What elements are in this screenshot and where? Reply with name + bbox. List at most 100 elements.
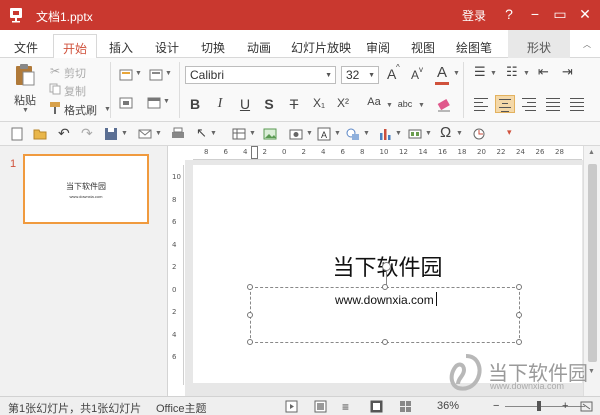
text-placeholder[interactable]: www.downxia.com	[247, 262, 522, 345]
select-dropdown-icon[interactable]: ▼	[210, 130, 217, 137]
tab-shape[interactable]: 形状	[508, 30, 570, 58]
reset-slide-icon[interactable]	[118, 95, 134, 111]
copy-button[interactable]: 复制	[64, 83, 86, 99]
slide-thumbnail[interactable]: 当下软件园 www.downxia.com	[23, 154, 149, 224]
subscript-button[interactable]: X₁	[310, 96, 328, 110]
scrollbar-thumb[interactable]	[588, 164, 597, 362]
tab-animation[interactable]: 动画	[247, 39, 271, 56]
save-dropdown-icon[interactable]: ▼	[121, 130, 128, 137]
restore-button[interactable]: ▭	[549, 3, 571, 25]
strikethrough-button[interactable]: T	[285, 96, 303, 112]
reading-view-icon[interactable]	[314, 400, 327, 413]
resize-handle[interactable]	[516, 339, 522, 345]
layout-dropdown-icon[interactable]: ▼	[165, 70, 172, 77]
numbered-list-icon[interactable]: ☷	[506, 64, 518, 80]
paste-label[interactable]: 粘贴	[14, 92, 36, 108]
zoom-slider[interactable]	[505, 406, 585, 407]
resize-handle[interactable]	[382, 339, 388, 345]
slideshow-play-icon[interactable]	[285, 400, 298, 413]
zoom-out-button[interactable]: −	[493, 400, 499, 412]
font-name-select[interactable]: Calibri ▼	[185, 66, 336, 84]
theme-name[interactable]: Office主题	[156, 400, 207, 415]
resize-handle[interactable]	[247, 284, 253, 290]
symbol-icon[interactable]: Ω	[440, 124, 451, 141]
save-icon[interactable]	[104, 127, 118, 141]
resize-handle[interactable]	[382, 284, 388, 290]
resize-handle[interactable]	[247, 312, 253, 318]
increase-indent-icon[interactable]: ⇥	[562, 64, 573, 80]
resize-handle[interactable]	[247, 339, 253, 345]
justify-button[interactable]	[543, 95, 563, 113]
new-slide-dropdown-icon[interactable]: ▼	[135, 70, 142, 77]
scroll-up-icon[interactable]: ▲	[588, 149, 595, 156]
zoom-in-button[interactable]: +	[562, 400, 568, 412]
print-icon[interactable]	[171, 127, 185, 141]
screenshot-icon[interactable]	[289, 127, 303, 141]
slide-canvas[interactable]: 当下软件园 www.downxia.com	[193, 165, 582, 383]
shrink-font-button[interactable]: A	[411, 68, 419, 82]
tab-review[interactable]: 审阅	[366, 39, 390, 56]
paste-dropdown-icon[interactable]: ▼	[22, 107, 29, 114]
tab-pen[interactable]: 绘图笔	[456, 39, 492, 56]
fit-window-icon[interactable]	[580, 400, 593, 413]
align-center-button[interactable]	[495, 95, 515, 113]
align-left-button[interactable]	[471, 95, 491, 113]
distribute-button[interactable]	[567, 95, 587, 113]
zoom-slider-knob[interactable]	[537, 401, 541, 411]
shapes-dropdown-icon[interactable]: ▼	[363, 130, 370, 137]
resize-handle[interactable]	[516, 284, 522, 290]
align-right-button[interactable]	[519, 95, 539, 113]
email-icon[interactable]	[138, 127, 152, 141]
grow-font-button[interactable]: A	[387, 66, 396, 82]
screenshot-dropdown-icon[interactable]: ▼	[306, 130, 313, 137]
section-dropdown-icon[interactable]: ▼	[163, 98, 170, 105]
animation-icon[interactable]	[472, 127, 486, 141]
textbox-icon[interactable]: A	[317, 127, 331, 141]
format-painter-button[interactable]: 格式刷	[64, 102, 97, 118]
minimize-button[interactable]: −	[524, 3, 546, 25]
redo-icon[interactable]: ↷	[81, 125, 93, 142]
tab-design[interactable]: 设计	[155, 39, 179, 56]
bullet-dropdown-icon[interactable]: ▼	[490, 70, 497, 77]
tab-view[interactable]: 视图	[411, 39, 435, 56]
notes-icon[interactable]: ≡	[342, 400, 349, 414]
customize-toolbar-icon[interactable]: ▾	[507, 127, 512, 138]
superscript-button[interactable]: X²	[334, 96, 352, 110]
email-dropdown-icon[interactable]: ▼	[155, 130, 162, 137]
chart-icon[interactable]	[378, 127, 392, 141]
clear-format-icon[interactable]	[436, 97, 452, 113]
indent-marker[interactable]	[251, 146, 258, 159]
new-slide-icon[interactable]	[118, 67, 134, 83]
shapes-icon[interactable]	[346, 127, 360, 141]
picture-icon[interactable]	[263, 127, 277, 141]
close-button[interactable]: ✕	[574, 3, 596, 25]
smartart-dropdown-icon[interactable]: ▼	[425, 130, 432, 137]
font-color-dropdown-icon[interactable]: ▼	[453, 70, 460, 77]
char-spacing-dropdown-icon[interactable]: ▼	[418, 102, 425, 109]
layout-icon[interactable]	[148, 67, 164, 83]
login-link[interactable]: 登录	[462, 7, 486, 24]
change-case-button[interactable]: Aa	[365, 96, 383, 108]
font-size-select[interactable]: 32 ▼	[341, 66, 379, 84]
tab-home[interactable]: 开始	[53, 34, 98, 59]
numbered-dropdown-icon[interactable]: ▼	[523, 70, 530, 77]
slide-sorter-icon[interactable]	[399, 400, 412, 413]
paste-icon[interactable]	[14, 63, 36, 87]
zoom-level[interactable]: 36%	[437, 400, 459, 412]
decrease-indent-icon[interactable]: ⇤	[538, 64, 549, 80]
textbox-dropdown-icon[interactable]: ▼	[334, 130, 341, 137]
tab-insert[interactable]: 插入	[109, 39, 133, 56]
collapse-ribbon-icon[interactable]: ︿	[583, 39, 591, 50]
open-folder-icon[interactable]	[33, 127, 47, 141]
symbol-dropdown-icon[interactable]: ▼	[456, 130, 463, 137]
help-button[interactable]: ?	[498, 3, 520, 25]
select-cursor-icon[interactable]: ↖	[196, 125, 207, 141]
cut-button[interactable]: 剪切	[64, 65, 86, 81]
bold-button[interactable]: B	[186, 96, 204, 112]
table-icon[interactable]	[232, 127, 246, 141]
section-icon[interactable]	[146, 95, 162, 111]
rotate-handle[interactable]	[382, 262, 391, 271]
smartart-icon[interactable]	[408, 127, 422, 141]
tab-transition[interactable]: 切换	[201, 39, 225, 56]
resize-handle[interactable]	[516, 312, 522, 318]
